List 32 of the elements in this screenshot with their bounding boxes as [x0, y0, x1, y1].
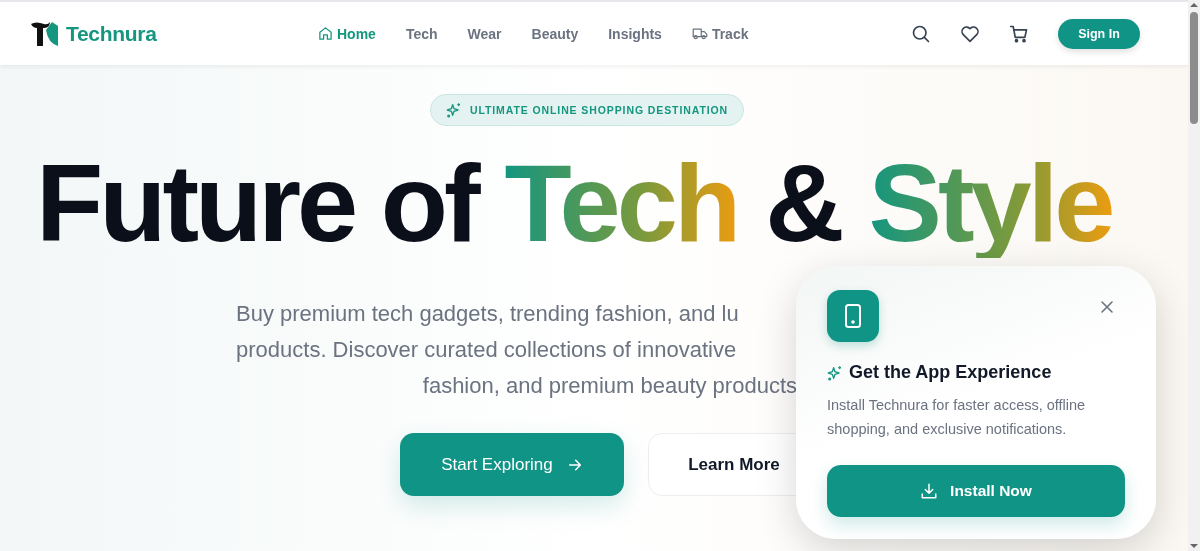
logo-icon — [30, 20, 60, 47]
home-icon — [318, 26, 333, 41]
nav-link[interactable]: Track — [691, 25, 749, 42]
nav-link[interactable]: Insights — [608, 25, 662, 42]
nav-link[interactable]: Wear — [467, 25, 502, 42]
install-card-text: Install Technura for faster access, offline shopping, and exclusive notifications. — [827, 396, 1087, 439]
description-line: products. Discover curated collections of innovative — [236, 336, 738, 364]
scroll-down-icon[interactable] — [1188, 541, 1200, 551]
download-icon — [920, 482, 939, 500]
install-now-button[interactable]: Install Now — [827, 465, 1125, 517]
scrollbar[interactable] — [1188, 0, 1200, 551]
sparkle-icon — [827, 364, 843, 381]
nav-link[interactable]: Beauty — [531, 25, 579, 42]
sign-in-button[interactable]: Sign In — [1058, 18, 1140, 49]
install-card-title: Get the App Experience — [849, 362, 1052, 383]
description-line: Buy premium tech gadgets, trending fashion, and lu — [236, 300, 740, 328]
hero-heading: Future of Tech & Style — [36, 148, 1112, 258]
scroll-up-icon[interactable] — [1188, 0, 1200, 10]
truck-icon — [691, 26, 708, 41]
search-icon[interactable] — [911, 23, 931, 44]
logo-text[interactable]: Technura — [66, 21, 157, 46]
scrollbar-thumb[interactable] — [1190, 12, 1198, 124]
heart-icon[interactable] — [960, 24, 980, 43]
description-line: fashion, and premium beauty products — [421, 372, 797, 400]
nav-link[interactable]: Tech — [405, 25, 438, 42]
phone-icon — [827, 290, 879, 342]
tagline-text: ULTIMATE ONLINE SHOPPING DESTINATION — [469, 104, 729, 116]
sparkle-icon — [445, 102, 462, 118]
close-icon[interactable] — [1100, 300, 1114, 314]
start-exploring-button[interactable]: Start Exploring — [400, 433, 624, 496]
nav-link[interactable]: Home — [318, 25, 376, 42]
cart-icon[interactable] — [1009, 23, 1029, 44]
